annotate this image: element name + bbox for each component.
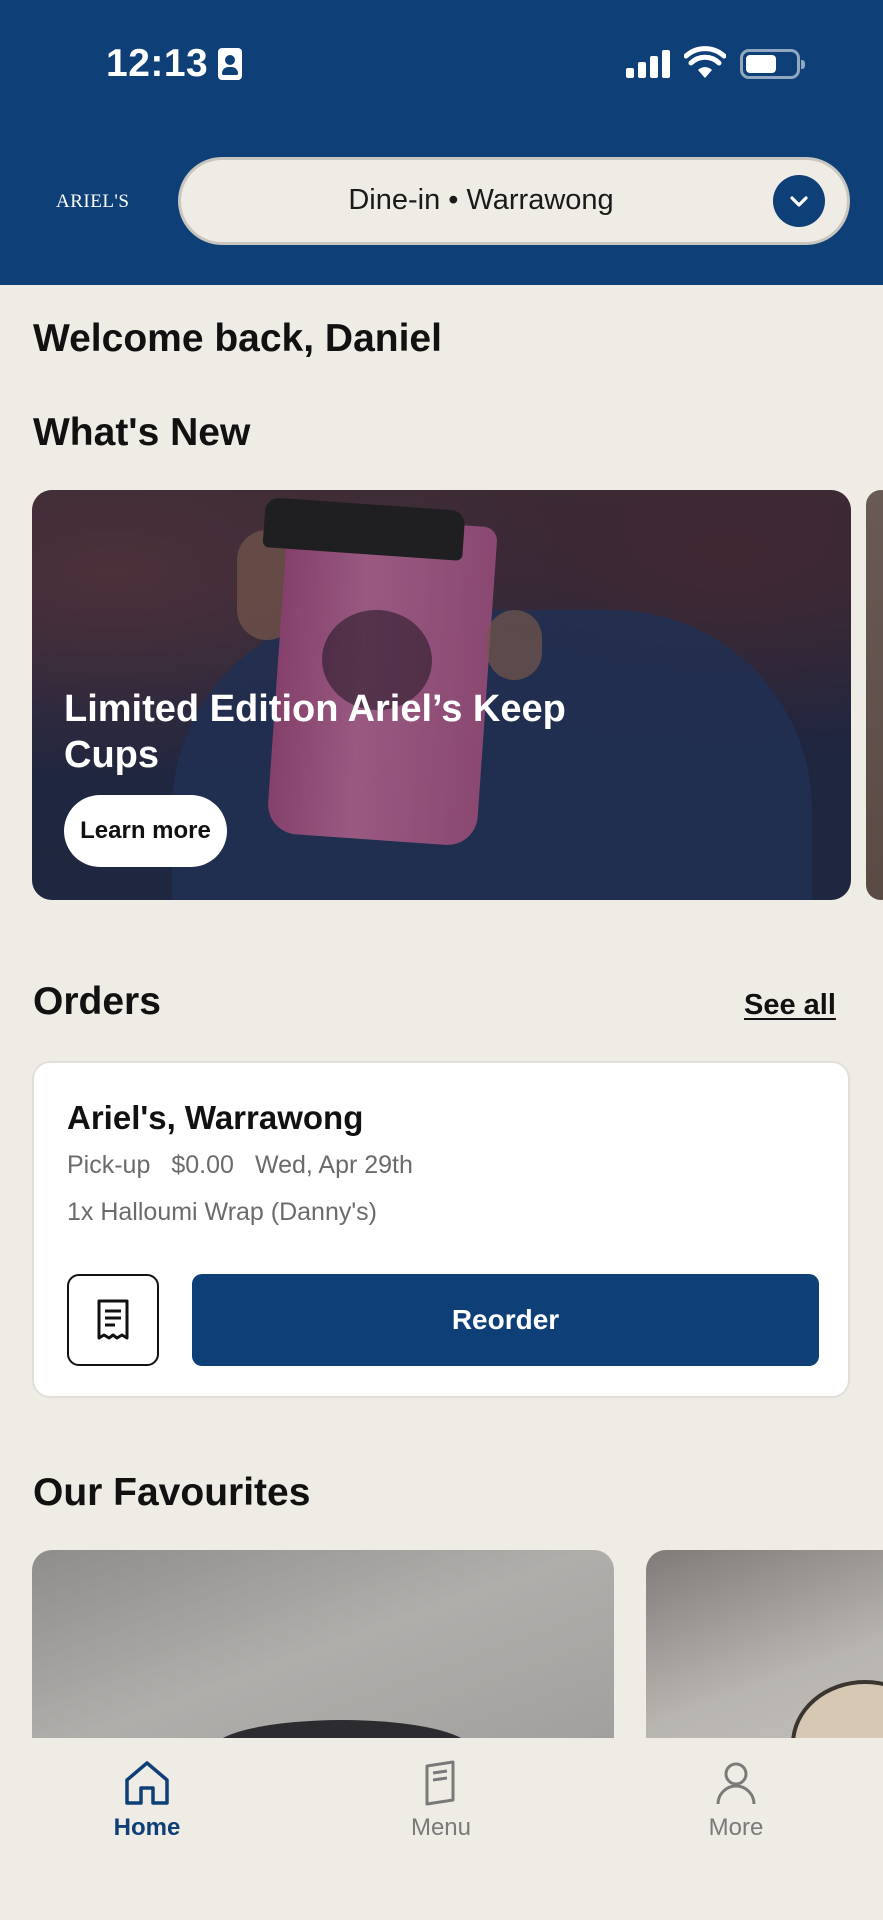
order-card[interactable]: Ariel's, Warrawong Pick-up $0.00 Wed, Ap… <box>32 1061 850 1398</box>
battery-icon <box>740 49 805 79</box>
receipt-button[interactable] <box>67 1274 159 1366</box>
whats-new-heading: What's New <box>33 411 251 454</box>
brand-logo[interactable]: ARIEL'S <box>56 191 129 213</box>
see-all-link[interactable]: See all <box>744 989 836 1022</box>
status-bar: 12:13 <box>0 0 883 130</box>
welcome-heading: Welcome back, Daniel <box>33 317 442 360</box>
person-icon <box>716 1762 756 1805</box>
status-time: 12:13 <box>106 42 243 86</box>
orders-heading: Orders <box>33 980 161 1023</box>
tab-menu-label: Menu <box>410 1814 472 1841</box>
contact-card-icon <box>218 48 243 80</box>
order-date: Wed, Apr 29th <box>254 1151 413 1179</box>
order-meta: Pick-up $0.00 Wed, Apr 29th <box>67 1151 413 1180</box>
location-selector[interactable]: Dine-in • Warrawong <box>178 157 850 245</box>
tab-home[interactable]: Home <box>67 1758 227 1842</box>
tab-home-label: Home <box>113 1814 181 1841</box>
location-label: Dine-in • Warrawong <box>348 184 614 216</box>
reorder-button[interactable]: Reorder <box>192 1274 819 1366</box>
tab-more-label: More <box>708 1814 764 1841</box>
promo-card[interactable]: Limited Edition Ariel’s Keep Cups Learn … <box>32 490 851 900</box>
order-items: 1x Halloumi Wrap (Danny's) <box>67 1198 377 1226</box>
chevron-down-icon[interactable] <box>773 175 825 227</box>
promo-title: Limited Edition Ariel’s Keep Cups <box>64 688 566 776</box>
promo-card-next[interactable] <box>866 490 883 900</box>
order-type: Pick-up <box>67 1151 151 1179</box>
menu-book-icon <box>425 1760 455 1806</box>
tab-bar: Home Menu More <box>0 1738 883 1920</box>
home-icon <box>125 1761 169 1805</box>
order-price: $0.00 <box>171 1151 234 1179</box>
learn-more-button[interactable]: Learn more <box>64 795 227 867</box>
signal-icon <box>626 50 672 78</box>
tab-more[interactable]: More <box>656 1758 816 1842</box>
favourites-heading: Our Favourites <box>33 1471 311 1514</box>
receipt-icon <box>97 1299 129 1340</box>
app-header: 12:13 ARIEL'S Dine-in • Warrawong <box>0 0 883 285</box>
order-store-name: Ariel's, Warrawong <box>67 1099 364 1136</box>
wifi-icon <box>684 46 726 78</box>
tab-menu[interactable]: Menu <box>361 1758 521 1842</box>
time-text: 12:13 <box>106 42 209 85</box>
